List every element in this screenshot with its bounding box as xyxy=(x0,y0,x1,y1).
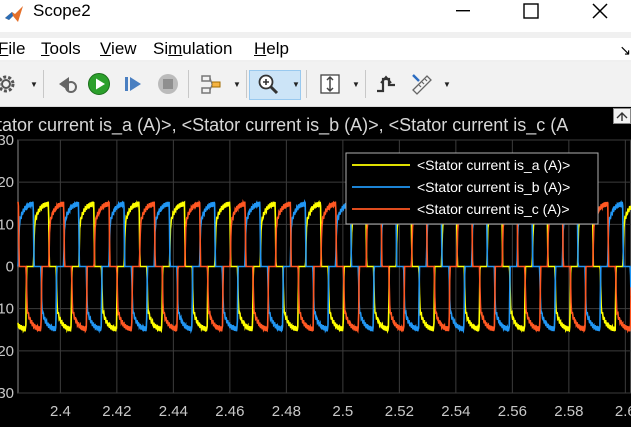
y-tick-label: 20 xyxy=(0,174,14,191)
menu-tools[interactable]: Tools xyxy=(41,38,81,60)
scale-dropdown-icon[interactable]: ▼ xyxy=(352,80,360,89)
x-tick-label: 2.48 xyxy=(272,403,301,420)
toolstrip-overflow-icon[interactable]: ↘ xyxy=(619,42,631,59)
scale-axes-icon xyxy=(320,74,340,94)
maximize-icon xyxy=(523,3,539,19)
y-tick-label: 0 xyxy=(6,259,14,276)
menu-view[interactable]: View xyxy=(100,38,137,60)
matlab-logo-icon xyxy=(5,6,23,22)
settings-button[interactable] xyxy=(0,72,18,96)
x-tick-label: 2.46 xyxy=(215,403,244,420)
y-tick-label: 10 xyxy=(0,301,14,318)
x-tick-label: 2.56 xyxy=(498,403,527,420)
x-tick-label: 2.5 xyxy=(332,403,353,420)
legend-label: <Stator current is_b (A)> xyxy=(417,179,570,195)
x-tick-label: 2.54 xyxy=(441,403,470,420)
maximize-button[interactable] xyxy=(511,0,551,22)
toolbar-separator xyxy=(188,70,189,98)
highlight-signal-button[interactable] xyxy=(199,72,223,96)
undock-button[interactable] xyxy=(613,108,631,124)
menu-simulation[interactable]: Simulation xyxy=(153,38,232,60)
scale-axes-button[interactable] xyxy=(318,72,342,96)
toolbar-separator xyxy=(306,70,307,98)
toolbar-separator xyxy=(365,70,366,98)
run-icon xyxy=(88,73,110,95)
toolbar-separator xyxy=(246,70,247,98)
run-button[interactable] xyxy=(87,72,111,96)
measurements-icon xyxy=(412,74,432,95)
y-tick-label: 10 xyxy=(0,216,14,233)
highlight-dropdown-icon[interactable]: ▼ xyxy=(233,80,241,89)
zoom-in-icon xyxy=(258,74,279,95)
y-tick-label: 30 xyxy=(0,385,14,402)
stop-icon xyxy=(158,74,178,94)
close-icon xyxy=(592,3,608,19)
legend-label: <Stator current is_c (A)> xyxy=(417,201,570,217)
measurements-dropdown-icon[interactable]: ▼ xyxy=(443,80,451,89)
step-back-icon xyxy=(59,77,77,93)
step-back-button[interactable] xyxy=(54,72,78,96)
toolbar: ▼ ▼ ▼ ▼ ▼ xyxy=(0,62,631,107)
scope-chart[interactable]: 2.4 2.42 2.44 2.46 2.48 2.5 2.52 2.54 2.56 2.58 2.… xyxy=(0,107,631,427)
highlight-signal-icon xyxy=(201,75,221,94)
zoom-in-button[interactable] xyxy=(256,72,280,96)
x-tick-label: 2.52 xyxy=(385,403,414,420)
window-titlebar: Scope2 xyxy=(0,0,631,32)
y-tick-label: 30 xyxy=(0,132,14,149)
settings-icon xyxy=(0,75,15,93)
menu-bar: File Tools View Simulation Help xyxy=(0,38,631,60)
step-forward-button[interactable] xyxy=(121,72,145,96)
toolbar-separator xyxy=(43,70,44,98)
zoom-dropdown-icon[interactable]: ▼ xyxy=(292,80,300,89)
minimize-icon xyxy=(456,10,470,12)
step-forward-icon xyxy=(125,77,141,91)
x-tick-label: 2.58 xyxy=(554,403,583,420)
stop-button[interactable] xyxy=(156,72,180,96)
triggers-icon xyxy=(377,75,395,93)
triggers-button[interactable] xyxy=(374,72,398,96)
y-tick-label: 20 xyxy=(0,343,14,360)
menu-help[interactable]: Help xyxy=(254,38,289,60)
x-tick-label: 2.44 xyxy=(159,403,188,420)
scope-display[interactable]: tator current is_a (A)>, <Stator current… xyxy=(0,107,631,427)
x-tick-label: 2.6 xyxy=(615,403,631,420)
measurements-button[interactable] xyxy=(410,72,434,96)
menu-file[interactable]: File xyxy=(0,38,25,60)
x-tick-label: 2.42 xyxy=(102,403,131,420)
minimize-button[interactable] xyxy=(443,0,483,22)
window-title: Scope2 xyxy=(33,1,91,20)
undock-icon xyxy=(616,112,628,121)
x-tick-label: 2.4 xyxy=(50,403,71,420)
settings-dropdown-icon[interactable]: ▼ xyxy=(30,80,38,89)
close-button[interactable] xyxy=(580,0,620,22)
legend-label: <Stator current is_a (A)> xyxy=(417,157,570,173)
